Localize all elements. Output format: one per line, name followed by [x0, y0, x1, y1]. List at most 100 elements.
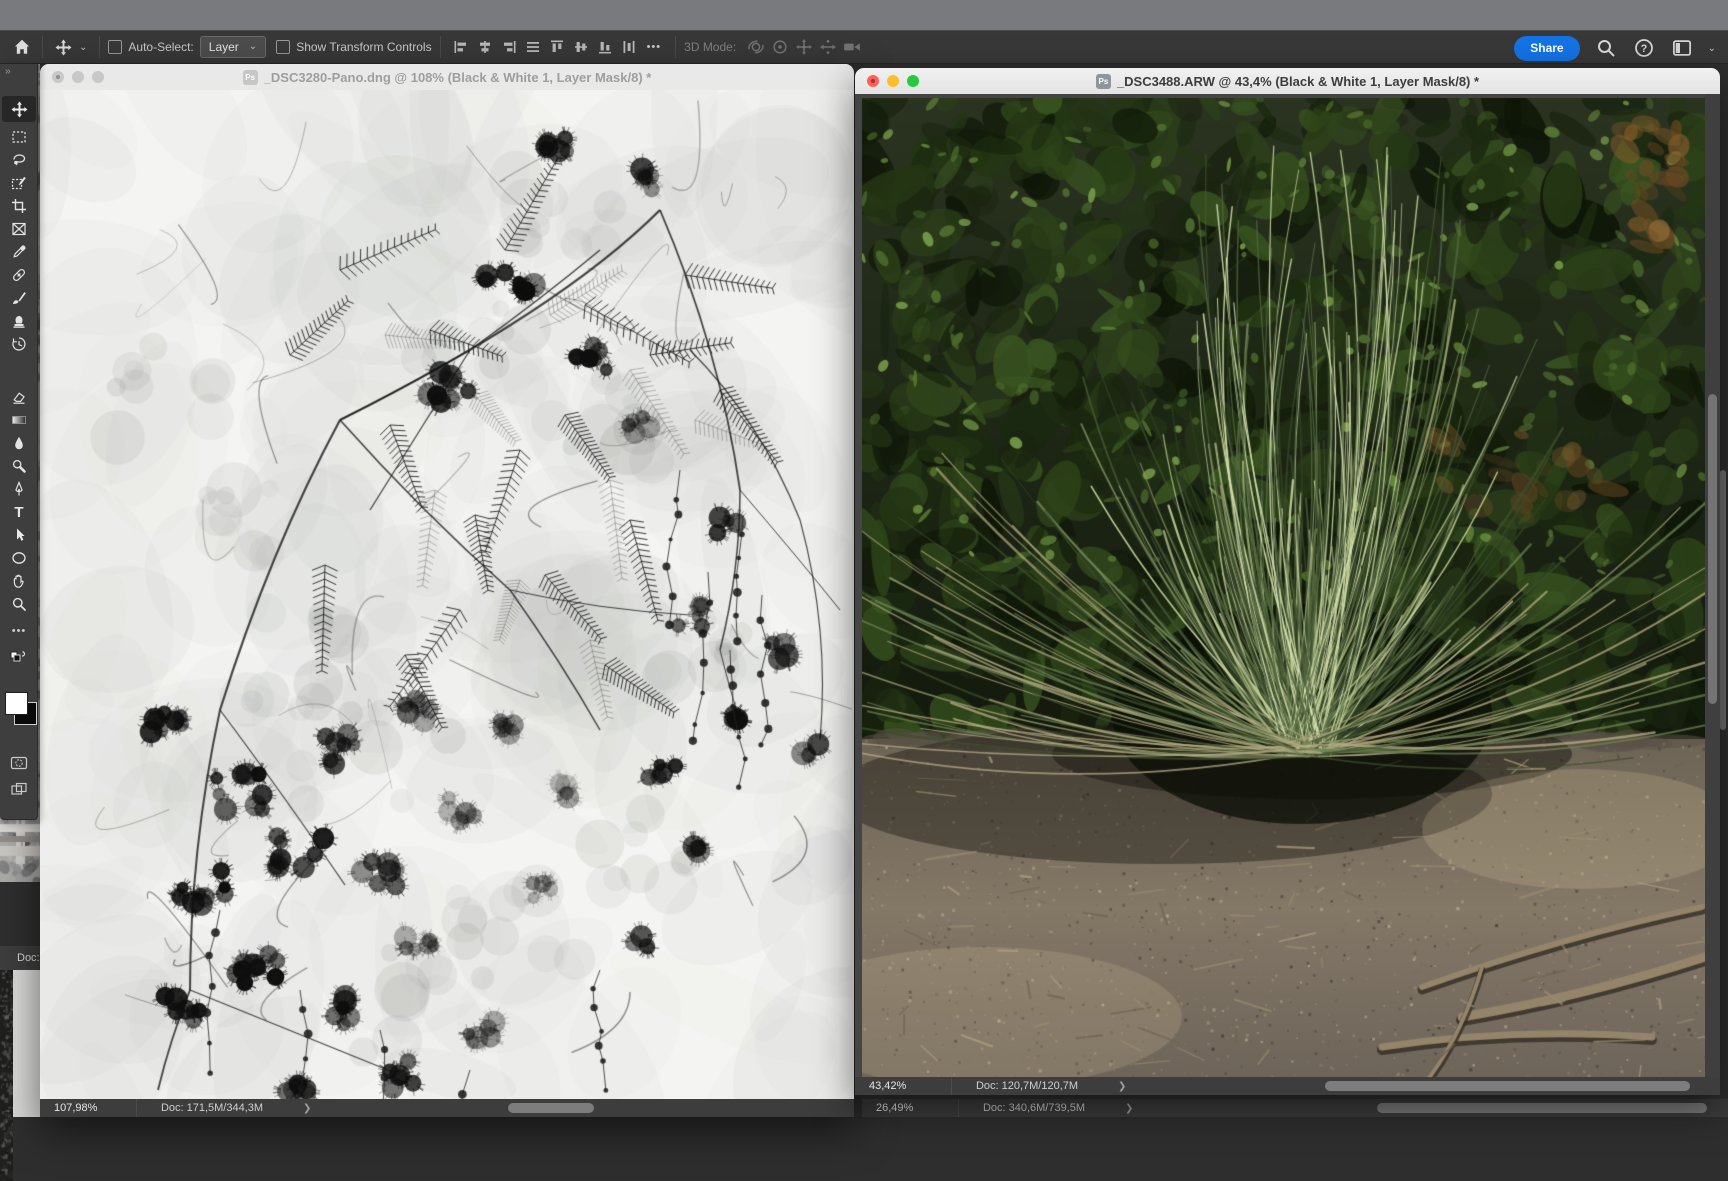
show-transform-label: Show Transform Controls [296, 40, 432, 54]
3d-pan-icon [792, 35, 816, 59]
divider [439, 36, 441, 58]
share-button[interactable]: Share [1514, 35, 1580, 61]
tool-clone-stamp[interactable] [2, 310, 36, 332]
chevron-right-icon[interactable]: ❯ [1118, 1081, 1126, 1092]
canvas-area [40, 90, 854, 1099]
zoom-level-field[interactable]: 43,42% [855, 1080, 951, 1092]
background-right-status-bar: 26,49% Doc: 340,6M/739,5M ❯ [862, 1099, 1728, 1117]
edit-toolbar-button[interactable]: ••• [2, 620, 36, 642]
window-controls [867, 75, 919, 87]
caret-down-icon[interactable]: ⌄ [1708, 43, 1716, 54]
window-title: _DSC3488.ARW @ 43,4% (Black & White 1, L… [1116, 73, 1480, 89]
doc-size-label: Doc: 120,7M/120,7M [975, 1080, 1079, 1092]
home-button[interactable] [10, 35, 34, 59]
tool-pen[interactable] [2, 478, 36, 500]
more-align-options-button[interactable]: ••• [647, 41, 662, 53]
expand-panel-icon[interactable]: » [5, 66, 10, 77]
tool-gradient[interactable] [2, 409, 36, 431]
tool-eraser[interactable] [2, 386, 36, 408]
tool-rectangular-marquee[interactable] [2, 126, 36, 148]
document-image-pano[interactable] [40, 90, 852, 1099]
tool-healing-brush[interactable] [2, 264, 36, 286]
window-title: _DSC3280-Pano.dng @ 108% (Black & White … [263, 69, 652, 85]
scrollbar-thumb[interactable] [1720, 470, 1726, 730]
tool-move[interactable] [2, 96, 36, 122]
auto-select-target-value: Layer [208, 40, 239, 54]
align-top-edges-button[interactable] [545, 35, 569, 59]
divider [99, 36, 101, 58]
3d-roll-icon [768, 35, 792, 59]
file-proxy-icon: Ps [242, 69, 258, 85]
scrollbar-thumb[interactable] [1708, 394, 1717, 704]
align-left-edges-button[interactable] [449, 35, 473, 59]
background-thumbnail-strip[interactable] [0, 970, 13, 1181]
background-panel-sliver [13, 970, 40, 1117]
tool-eyedropper[interactable] [2, 241, 36, 263]
options-bar: ⌄ Auto-Select: Layer ⌄ Show Transform Co… [0, 30, 1728, 64]
tool-dodge[interactable] [2, 455, 36, 477]
caret-down-icon[interactable]: ⌄ [79, 42, 87, 53]
tool-object-selection[interactable] [2, 172, 36, 194]
canvas-area [855, 94, 1720, 1077]
tool-crop[interactable] [2, 195, 36, 217]
ellipsis-icon: ••• [11, 625, 27, 637]
background-left-status-bar: Doc: [0, 946, 40, 970]
close-button[interactable] [52, 71, 64, 83]
help-icon[interactable]: ? [1632, 36, 1656, 60]
tool-brush[interactable] [2, 287, 36, 309]
distribute-vertical-centers-button[interactable] [617, 35, 641, 59]
3d-camera-icon [840, 35, 864, 59]
tool-type[interactable]: T [2, 501, 36, 523]
type-glyph: T [14, 503, 24, 521]
minimize-button[interactable] [72, 71, 84, 83]
tool-hand[interactable] [2, 570, 36, 592]
show-transform-checkbox[interactable] [276, 40, 291, 54]
tool-blur[interactable] [2, 432, 36, 454]
auto-select-checkbox[interactable] [108, 40, 123, 54]
status-bar: 107,98% Doc: 171,5M/344,3M ❯ [40, 1099, 854, 1117]
zoom-level-field[interactable]: 26,49% [862, 1102, 958, 1114]
workspace-switcher-icon[interactable] [1670, 36, 1694, 60]
align-right-edges-button[interactable] [497, 35, 521, 59]
align-bottom-edges-button[interactable] [593, 35, 617, 59]
horizontal-scrollbar-thumb[interactable] [1325, 1081, 1690, 1091]
show-transform-control: Show Transform Controls [276, 40, 432, 54]
title-bar[interactable]: Ps _DSC3280-Pano.dng @ 108% (Black & Whi… [40, 64, 854, 91]
close-button[interactable] [867, 75, 879, 87]
status-bar: 43,42% Doc: 120,7M/120,7M ❯ [855, 1077, 1720, 1095]
horizontal-scrollbar-thumb[interactable] [1377, 1103, 1707, 1113]
zoom-level-field[interactable]: 107,98% [40, 1102, 136, 1114]
move-tool-options-icon[interactable] [51, 35, 75, 59]
caret-down-icon: ⌄ [248, 41, 258, 52]
file-proxy-icon: Ps [1095, 73, 1111, 89]
document-image-arw[interactable] [862, 98, 1705, 1077]
horizontal-scrollbar-thumb[interactable] [508, 1103, 594, 1113]
tool-lasso[interactable] [2, 149, 36, 171]
quick-mask-mode-button[interactable] [2, 752, 36, 774]
default-swap-colors-control[interactable] [2, 644, 36, 666]
document-window-pano: Ps _DSC3280-Pano.dng @ 108% (Black & Whi… [40, 64, 854, 1117]
foreground-color-swatch[interactable] [5, 692, 28, 715]
search-icon[interactable] [1594, 36, 1618, 60]
title-bar[interactable]: Ps _DSC3488.ARW @ 43,4% (Black & White 1… [855, 68, 1720, 95]
align-vertical-centers-button[interactable] [569, 35, 593, 59]
chevron-right-icon[interactable]: ❯ [303, 1103, 311, 1114]
doc-size-label: Doc: 171,5M/344,3M [160, 1102, 264, 1114]
distribute-horizontal-centers-button[interactable] [521, 35, 545, 59]
svg-text:?: ? [1640, 43, 1646, 55]
minimize-button[interactable] [887, 75, 899, 87]
tool-path-selection[interactable] [2, 524, 36, 546]
zoom-button[interactable] [907, 75, 919, 87]
window-controls [52, 71, 104, 83]
tool-frame[interactable] [2, 218, 36, 240]
vertical-scrollbar[interactable] [1705, 94, 1720, 1077]
tool-palette: » T ••• [0, 64, 38, 820]
align-horizontal-centers-button[interactable] [473, 35, 497, 59]
zoom-button[interactable] [92, 71, 104, 83]
auto-select-target-dropdown[interactable]: Layer ⌄ [199, 36, 267, 58]
tool-zoom[interactable] [2, 593, 36, 615]
chevron-right-icon[interactable]: ❯ [1125, 1103, 1133, 1114]
tool-shape-ellipse[interactable] [2, 547, 36, 569]
screen-mode-button[interactable] [2, 778, 36, 800]
tool-history-brush[interactable] [2, 333, 36, 355]
